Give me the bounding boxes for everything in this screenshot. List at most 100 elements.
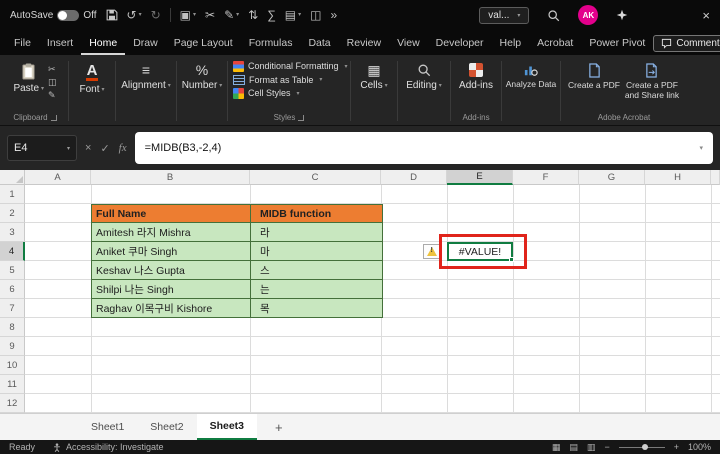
tab-data[interactable]: Data	[300, 32, 338, 55]
create-pdf-button[interactable]: Create a PDF	[568, 59, 620, 91]
analyze-data-button[interactable]: Analyze Data	[506, 59, 556, 90]
tab-power-pivot[interactable]: Power Pivot	[581, 32, 653, 55]
cell-name[interactable]: Raghav 이목구비 Kishore	[91, 299, 251, 318]
zoom-in-button[interactable]: +	[674, 442, 679, 452]
cell-result[interactable]: 마	[251, 242, 383, 261]
create-pdf-share-button[interactable]: Create a PDF and Share link	[624, 59, 680, 101]
comments-button[interactable]: Comments	[653, 35, 720, 52]
table-header-full-name[interactable]: Full Name	[91, 204, 251, 223]
column-header[interactable]: G	[579, 170, 645, 185]
cell-result[interactable]: 스	[251, 261, 383, 280]
alignment-group-button[interactable]: ≡ Alignment	[121, 59, 170, 91]
close-window-button[interactable]: ×	[702, 8, 710, 23]
undo-button[interactable]: ↺	[127, 9, 142, 21]
insert-function-button[interactable]: fx	[119, 142, 127, 154]
column-header[interactable]: B	[91, 170, 250, 185]
search-box[interactable]: val... ▾	[479, 6, 530, 24]
row-header[interactable]: 5	[0, 261, 25, 280]
cell-name[interactable]: Keshav 나스 Gupta	[91, 261, 251, 280]
sheet-tab-sheet2[interactable]: Sheet2	[137, 414, 196, 440]
accessibility-status[interactable]: Accessibility: Investigate	[53, 442, 164, 452]
sort-quick-button[interactable]: ⇅	[248, 9, 258, 21]
column-header[interactable]: A	[25, 170, 91, 185]
row-header[interactable]: 6	[0, 280, 25, 299]
column-header[interactable]: D	[381, 170, 447, 185]
dialog-launcher-icon[interactable]	[298, 114, 305, 121]
zoom-slider[interactable]	[618, 443, 665, 450]
tab-page-layout[interactable]: Page Layout	[166, 32, 241, 55]
row-header-selected[interactable]: 4	[0, 242, 25, 261]
zoom-level[interactable]: 100%	[688, 442, 711, 452]
column-header[interactable]: F	[513, 170, 579, 185]
cell-styles-button[interactable]: Cell Styles	[231, 86, 302, 100]
tab-help[interactable]: Help	[492, 32, 530, 55]
zoom-out-button[interactable]: −	[604, 442, 609, 452]
row-header[interactable]: 12	[0, 394, 25, 413]
cells-group-button[interactable]: ▦ Cells	[360, 59, 387, 91]
cells-canvas[interactable]: Full Name MIDB function Amitesh 라지 Mishr…	[25, 185, 720, 413]
addins-button[interactable]: Add-ins	[459, 59, 493, 91]
save-button[interactable]	[106, 9, 118, 21]
autosave-toggle[interactable]: AutoSave Off	[10, 9, 97, 21]
error-checking-button[interactable]	[423, 244, 440, 259]
number-group-button[interactable]: % Number	[182, 59, 223, 91]
row-header[interactable]: 3	[0, 223, 25, 242]
search-button[interactable]	[547, 9, 560, 22]
tab-home[interactable]: Home	[81, 32, 125, 55]
cell-result[interactable]: 목	[251, 299, 383, 318]
cell-name[interactable]: Aniket 쿠마 Singh	[91, 242, 251, 261]
format-as-table-button[interactable]: Format as Table	[231, 73, 324, 86]
font-group-button[interactable]: A Font	[79, 59, 104, 95]
tab-formulas[interactable]: Formulas	[241, 32, 301, 55]
row-header[interactable]: 7	[0, 299, 25, 318]
merge-center-quick-button[interactable]: ◫	[310, 9, 321, 21]
quick-access-overflow-button[interactable]: »	[331, 9, 338, 21]
copilot-button[interactable]	[616, 9, 628, 21]
fill-handle[interactable]	[509, 257, 514, 262]
tab-file[interactable]: File	[6, 32, 39, 55]
conditional-formatting-button[interactable]: Conditional Formatting	[231, 59, 350, 73]
row-header[interactable]: 2	[0, 204, 25, 223]
row-header[interactable]: 9	[0, 337, 25, 356]
cut-button[interactable]: ✂	[48, 64, 57, 75]
tab-developer[interactable]: Developer	[428, 32, 492, 55]
redo-button[interactable]: ↻	[151, 9, 161, 21]
normal-view-button[interactable]: ▦	[552, 442, 561, 452]
paste-quick-button[interactable]: ▣	[180, 9, 196, 21]
name-box[interactable]: E4 ▾	[7, 135, 77, 161]
cut-quick-button[interactable]: ✂	[205, 9, 215, 21]
tab-acrobat[interactable]: Acrobat	[529, 32, 581, 55]
column-header[interactable]: H	[645, 170, 711, 185]
cell-name[interactable]: Amitesh 라지 Mishra	[91, 223, 251, 242]
row-header[interactable]: 11	[0, 375, 25, 394]
column-header-selected[interactable]: E	[447, 170, 513, 185]
dialog-launcher-icon[interactable]	[50, 114, 57, 121]
column-header[interactable]: C	[250, 170, 381, 185]
row-header[interactable]: 10	[0, 356, 25, 375]
cell-result[interactable]: 라	[251, 223, 383, 242]
formula-bar-expand-icon[interactable]: ▾	[699, 144, 703, 152]
new-sheet-button[interactable]: +	[275, 420, 283, 435]
tab-review[interactable]: Review	[339, 32, 389, 55]
row-header[interactable]: 8	[0, 318, 25, 337]
cell-result[interactable]: 는	[251, 280, 383, 299]
tab-insert[interactable]: Insert	[39, 32, 81, 55]
avatar[interactable]: AK	[578, 5, 599, 25]
enter-button[interactable]: ✓	[100, 142, 109, 155]
copy-button[interactable]: ◫	[48, 77, 57, 88]
tab-view[interactable]: View	[389, 32, 428, 55]
format-painter-quick-button[interactable]: ✎	[224, 9, 239, 21]
page-layout-view-button[interactable]: ▤	[569, 442, 578, 452]
editing-group-button[interactable]: Editing	[406, 59, 442, 91]
tab-draw[interactable]: Draw	[125, 32, 166, 55]
sheet-tab-sheet3-active[interactable]: Sheet3	[196, 414, 257, 440]
page-break-view-button[interactable]: ▥	[587, 442, 596, 452]
select-all-button[interactable]	[0, 170, 25, 185]
sheet-tab-sheet1[interactable]: Sheet1	[78, 414, 137, 440]
fill-color-quick-button[interactable]: ▤	[285, 9, 301, 21]
row-header[interactable]: 1	[0, 185, 25, 204]
selected-cell-E4[interactable]: #VALUE!	[447, 242, 514, 262]
autosum-quick-button[interactable]: ∑	[267, 9, 276, 21]
paste-button[interactable]: Paste	[13, 59, 44, 94]
formula-input[interactable]: =MIDB(B3,-2,4) ▾	[134, 132, 713, 164]
